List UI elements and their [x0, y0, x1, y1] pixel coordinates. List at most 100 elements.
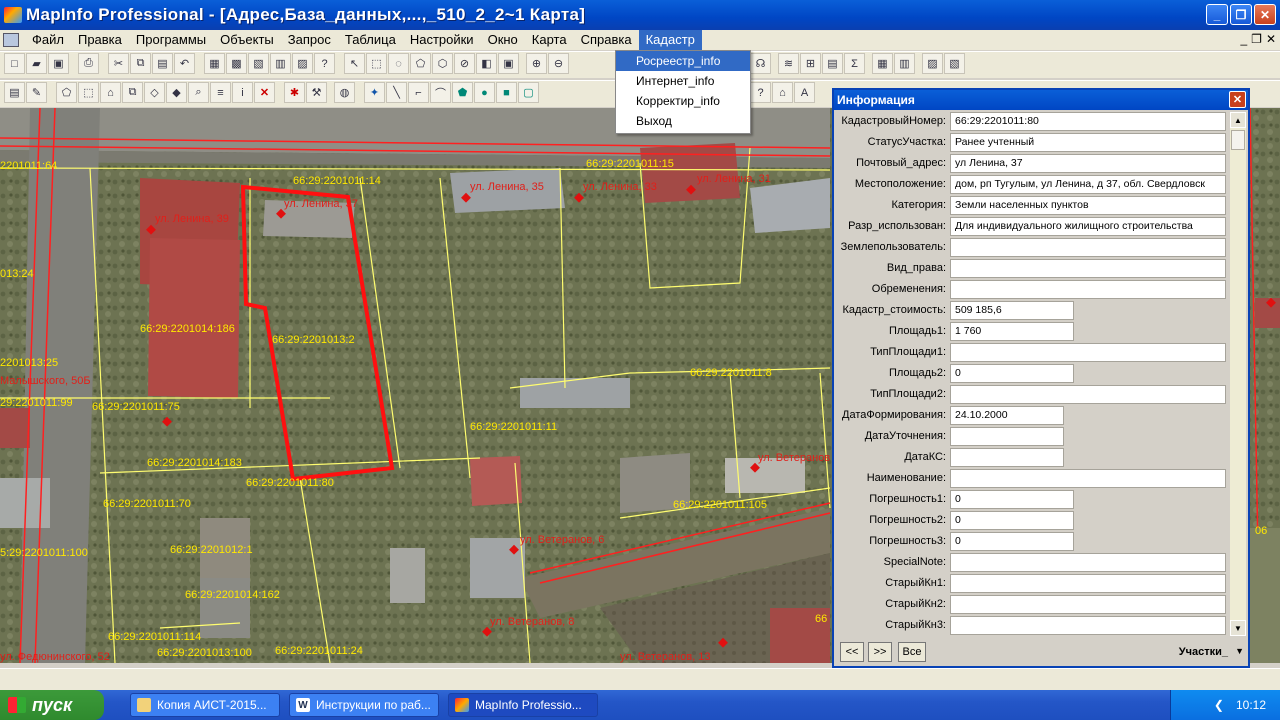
undo-icon[interactable]: ↶ [174, 53, 195, 74]
table-dropdown-icon[interactable]: ▼ [1235, 646, 1244, 656]
polyline-icon[interactable]: ⌐ [408, 82, 429, 103]
graph-icon[interactable]: ▧ [248, 53, 269, 74]
info-close-icon[interactable]: ✕ [1229, 91, 1246, 108]
line-icon[interactable]: ╲ [386, 82, 407, 103]
browser-icon[interactable]: ▦ [204, 53, 225, 74]
cut-icon[interactable]: ✂ [108, 53, 129, 74]
arc-icon[interactable]: ⌒ [430, 82, 451, 103]
menu-help[interactable]: Справка [574, 30, 639, 50]
info-field-value[interactable] [950, 238, 1226, 257]
text-style-icon[interactable]: A [794, 82, 815, 103]
marquee-select-icon[interactable]: ⬚ [366, 53, 387, 74]
info-field-value[interactable] [950, 427, 1064, 446]
paste-icon[interactable]: ▤ [152, 53, 173, 74]
info-field-value[interactable] [950, 259, 1226, 278]
table-icon[interactable]: ▤ [4, 82, 25, 103]
run-icon[interactable]: ✱ [284, 82, 305, 103]
info-tool-icon[interactable]: i [232, 82, 253, 103]
radius-select-icon[interactable]: ◌ [388, 53, 409, 74]
scroll-down-icon[interactable]: ▼ [1230, 620, 1246, 636]
info-field-value[interactable] [950, 553, 1226, 572]
menu-table[interactable]: Таблица [338, 30, 403, 50]
region-style-icon[interactable]: ⌂ [772, 82, 793, 103]
node-icon[interactable]: ◆ [166, 82, 187, 103]
legend-icon[interactable]: ▤ [822, 53, 843, 74]
ellipse-icon[interactable]: ● [474, 82, 495, 103]
info-field-value[interactable]: Ранее учтенный [950, 133, 1226, 152]
graph-select-icon[interactable]: ▣ [498, 53, 519, 74]
rectangle-icon[interactable]: ■ [496, 82, 517, 103]
region-icon[interactable]: ⬚ [78, 82, 99, 103]
polygon-select-icon[interactable]: ⬠ [410, 53, 431, 74]
copy-icon[interactable]: ⧉ [130, 53, 151, 74]
scroll-up-icon[interactable]: ▲ [1230, 112, 1246, 128]
delete-icon[interactable]: ✕ [254, 82, 275, 103]
info-field-value[interactable]: 24.10.2000 [950, 406, 1064, 425]
close-button[interactable]: ✕ [1254, 4, 1276, 25]
zoom-out-icon[interactable]: ⊖ [548, 53, 569, 74]
menu-file[interactable]: Файл [25, 30, 71, 50]
info-field-value[interactable] [950, 385, 1226, 404]
info-scrollbar[interactable]: ▲ ▼ [1230, 112, 1246, 636]
info-field-value[interactable] [950, 280, 1226, 299]
mdi-close-button[interactable]: ✕ [1266, 32, 1276, 46]
save-icon[interactable]: ▣ [48, 53, 69, 74]
tool-icon[interactable]: ⚒ [306, 82, 327, 103]
info-field-value[interactable] [950, 616, 1226, 635]
info-window-titlebar[interactable]: Информация ✕ [834, 90, 1248, 110]
info-field-value[interactable]: 509 185,6 [950, 301, 1074, 320]
prev-record-button[interactable]: << [840, 642, 864, 662]
info-field-value[interactable] [950, 343, 1226, 362]
open-icon[interactable]: ▰ [26, 53, 47, 74]
ruler-icon[interactable]: ⊞ [800, 53, 821, 74]
menu-map[interactable]: Карта [525, 30, 574, 50]
info-field-value[interactable]: 0 [950, 532, 1074, 551]
info-field-value[interactable]: Для индивидуального жилищного строительс… [950, 217, 1226, 236]
statistics-icon[interactable]: ▨ [292, 53, 313, 74]
info-field-value[interactable] [950, 469, 1226, 488]
thematic-icon[interactable]: ▦ [872, 53, 893, 74]
menu-item-rosreestr-info[interactable]: Росреестр_info [616, 51, 750, 71]
document-icon[interactable] [3, 33, 19, 47]
start-button[interactable]: пуск [0, 690, 104, 720]
tray-arrow-icon[interactable]: ❮ [1214, 698, 1224, 712]
info-field-value[interactable]: Земли населенных пунктов [950, 196, 1226, 215]
layers-icon[interactable]: ≡ [210, 82, 231, 103]
grid-icon[interactable]: ▥ [894, 53, 915, 74]
sum-icon[interactable]: Σ [844, 53, 865, 74]
layer-control-icon[interactable]: ≋ [778, 53, 799, 74]
info-field-value[interactable]: 66:29:2201011:80 [950, 112, 1226, 131]
scroll-thumb[interactable] [1231, 130, 1245, 150]
all-records-button[interactable]: Все [898, 642, 926, 662]
zoom-in-icon[interactable]: ⊕ [526, 53, 547, 74]
style-question-icon[interactable]: ? [750, 82, 771, 103]
menu-query[interactable]: Запрос [281, 30, 338, 50]
taskbar-item-mapinfo[interactable]: MapInfo Professio... [448, 693, 598, 717]
globe-icon[interactable]: ◍ [334, 82, 355, 103]
select-arrow-icon[interactable]: ↖ [344, 53, 365, 74]
help-icon[interactable]: ? [314, 53, 335, 74]
mdi-restore-button[interactable]: ❐ [1251, 32, 1262, 46]
info-field-value[interactable] [950, 574, 1226, 593]
maximize-button[interactable]: ❐ [1230, 4, 1252, 25]
combine-icon[interactable]: ⧉ [122, 82, 143, 103]
menu-edit[interactable]: Правка [71, 30, 129, 50]
print-icon[interactable]: ⎙ [78, 53, 99, 74]
layout-icon[interactable]: ▥ [270, 53, 291, 74]
menu-item-internet-info[interactable]: Интернет_info [616, 71, 750, 91]
clip-icon[interactable]: ▨ [922, 53, 943, 74]
mdi-minimize-button[interactable]: _ [1240, 32, 1247, 46]
menu-programs[interactable]: Программы [129, 30, 213, 50]
frame-icon[interactable]: ▧ [944, 53, 965, 74]
taskbar-item-folder[interactable]: Копия АИСТ-2015... [130, 693, 280, 717]
info-field-value[interactable]: 1 760 [950, 322, 1074, 341]
menu-item-korrektir-info[interactable]: Корректир_info [616, 91, 750, 111]
map-window-icon[interactable]: ▩ [226, 53, 247, 74]
invert-select-icon[interactable]: ◧ [476, 53, 497, 74]
next-record-button[interactable]: >> [868, 642, 892, 662]
taskbar-item-word[interactable]: W Инструкции по раб... [289, 693, 439, 717]
polygon-icon[interactable]: ⬟ [452, 82, 473, 103]
info-field-value[interactable]: ул Ленина, 37 [950, 154, 1226, 173]
symbol-icon[interactable]: ✦ [364, 82, 385, 103]
info-field-value[interactable]: 0 [950, 364, 1074, 383]
